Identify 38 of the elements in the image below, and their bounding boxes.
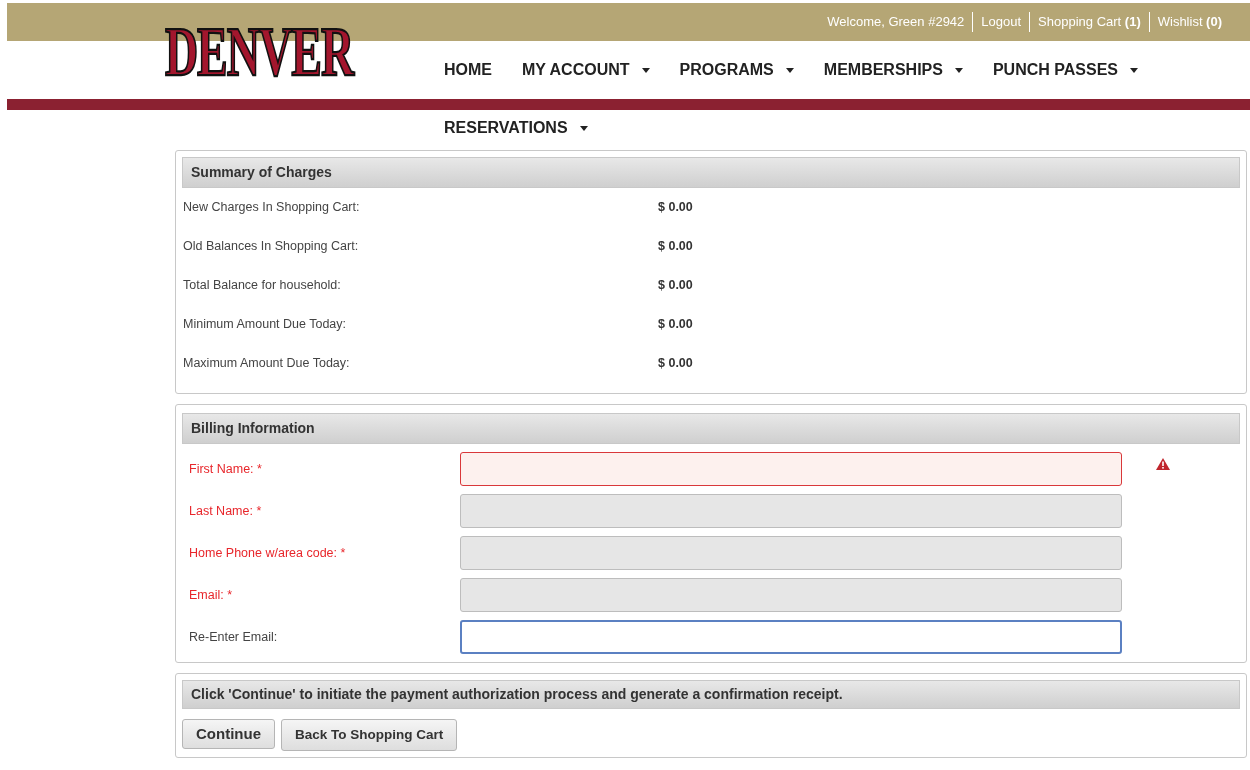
field-label: Last Name: *: [189, 502, 263, 520]
nav-link[interactable]: PROGRAMS: [679, 58, 794, 82]
section-header: Summary of Charges: [182, 157, 1240, 188]
summary-label: Old Balances In Shopping Cart:: [183, 238, 360, 256]
caret-icon: [954, 67, 963, 73]
nav-link[interactable]: MEMBERSHIPS: [823, 58, 963, 82]
text-field[interactable]: [460, 578, 1122, 612]
caret-icon: [785, 67, 794, 73]
nav-link[interactable]: MY ACCOUNT: [522, 58, 650, 82]
text-field[interactable]: [460, 536, 1122, 570]
field-label: Home Phone w/area code: *: [189, 544, 347, 562]
summary-label: Total Balance for household:: [183, 277, 342, 295]
continue-button[interactable]: Continue: [182, 719, 275, 749]
section-header: Click 'Continue' to initiate the payment authorization process and generate a confirmation receipt.: [182, 680, 1240, 709]
caret-icon: [579, 125, 588, 131]
nav-link[interactable]: PUNCH PASSES: [992, 58, 1138, 82]
summary-amount: $ 0.00: [658, 355, 693, 373]
summary-label: Minimum Amount Due Today:: [183, 316, 348, 334]
nav-link[interactable]: RESERVATIONS: [444, 116, 588, 140]
text-field[interactable]: [460, 452, 1122, 486]
summary-label: Maximum Amount Due Today:: [183, 355, 351, 373]
text-field[interactable]: [460, 620, 1122, 654]
caret-icon: [641, 67, 650, 73]
summary-amount: $ 0.00: [658, 277, 693, 295]
summary-label: New Charges In Shopping Cart:: [183, 199, 361, 217]
field-label: Email: *: [189, 586, 234, 604]
section-header: Billing Information: [182, 413, 1240, 444]
back-button[interactable]: Back To Shopping Cart: [281, 719, 458, 751]
field-label: Re-Enter Email:: [189, 628, 279, 646]
warning-icon: [1156, 458, 1170, 470]
nav-link[interactable]: HOME: [444, 58, 492, 82]
field-label: First Name: *: [189, 460, 263, 478]
summary-amount: $ 0.00: [658, 238, 693, 256]
welcome-text: Welcome, Green #2942: [827, 13, 965, 32]
summary-amount: $ 0.00: [658, 316, 693, 334]
text-field[interactable]: [460, 494, 1122, 528]
caret-icon: [1130, 67, 1138, 73]
summary-amount: $ 0.00: [658, 199, 693, 217]
